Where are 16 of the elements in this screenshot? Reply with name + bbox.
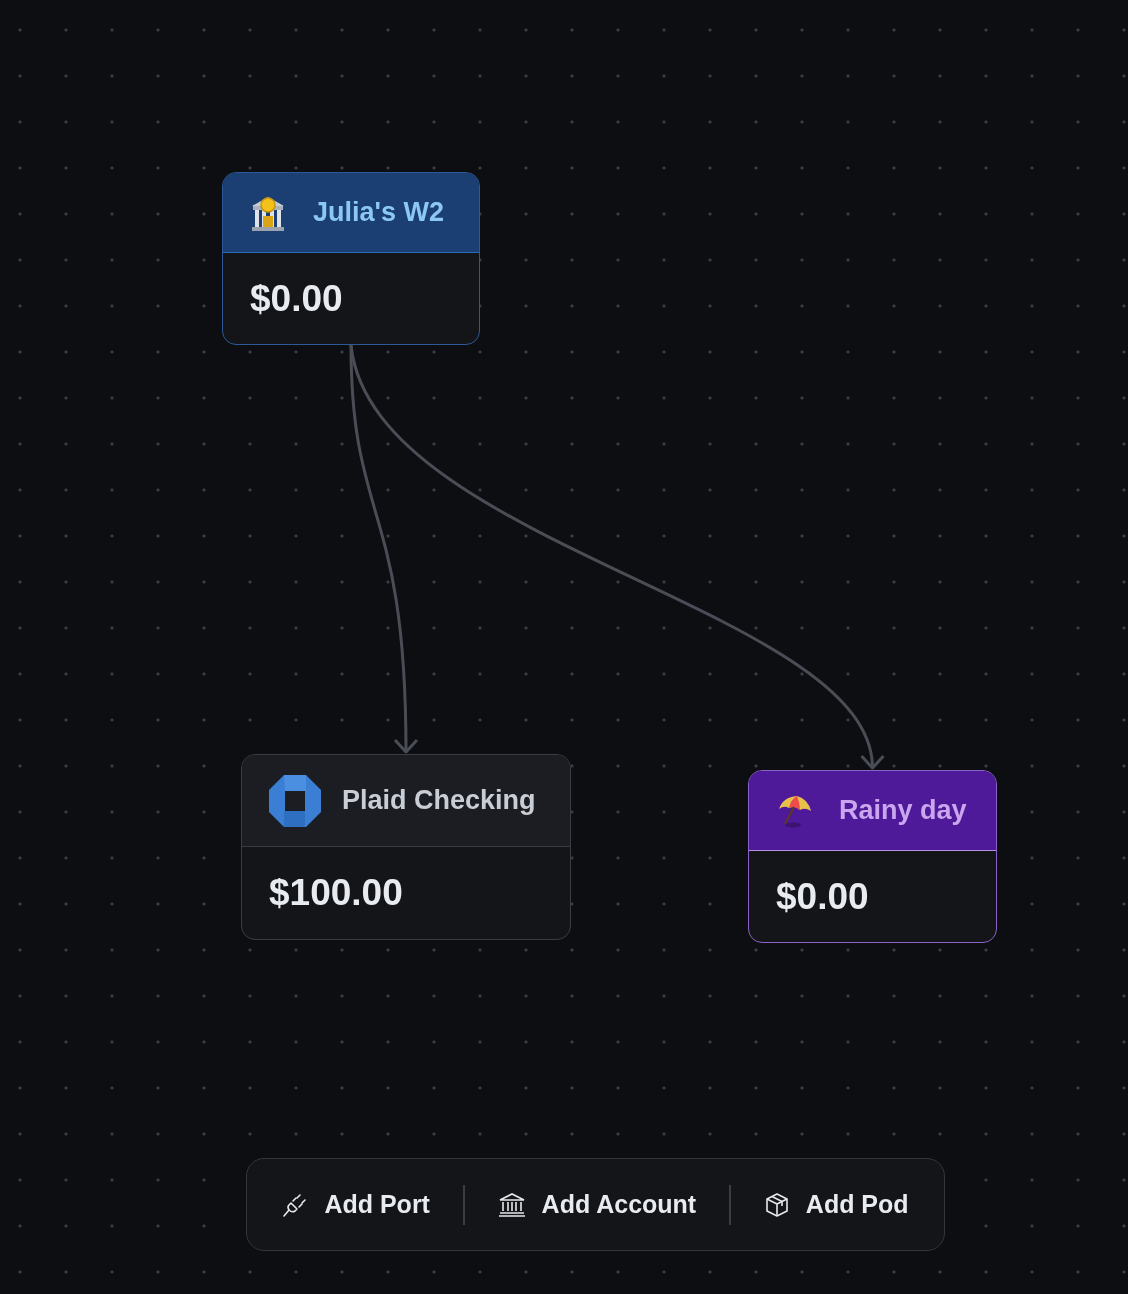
node-card[interactable]: Rainy day $0.00	[748, 770, 997, 943]
balance-amount: $0.00	[250, 277, 343, 320]
node-title: Julia's W2	[313, 197, 444, 228]
add-button[interactable]: Add Account	[487, 1182, 707, 1227]
node-title: Rainy day	[839, 795, 967, 826]
balance-amount: $100.00	[269, 872, 403, 914]
add-button[interactable]: Add Pod	[753, 1182, 919, 1227]
node-card[interactable]: Julia's W2 $0.00	[222, 172, 480, 345]
balance-amount: $0.00	[776, 875, 869, 918]
bank-logo-icon	[268, 773, 322, 828]
plug-icon	[282, 1191, 309, 1218]
box-icon	[763, 1191, 790, 1218]
bank-icon	[497, 1192, 526, 1217]
add-button[interactable]: Add Port	[272, 1182, 440, 1227]
node-card[interactable]: Plaid Checking $100.00	[241, 754, 571, 940]
node-title: Plaid Checking	[342, 785, 536, 816]
